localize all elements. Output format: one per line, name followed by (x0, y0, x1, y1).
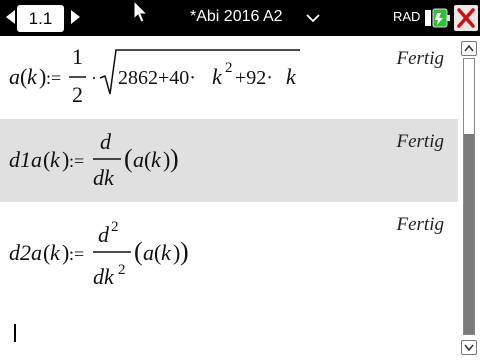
status-fertig: Fertig (396, 131, 445, 152)
svg-text:2: 2 (225, 60, 233, 76)
svg-text::=: := (69, 244, 84, 264)
expression-a-of-k: a ( k ) := 1 2 · 2862+40· k 2 +92· k (9, 44, 300, 107)
history-entry-1[interactable]: a ( k ) := 1 2 · 2862+40· k 2 +92· k Fer… (0, 38, 458, 118)
svg-text:): ) (180, 237, 189, 266)
scroll-down-button[interactable] (461, 340, 477, 355)
scroll-track[interactable] (463, 58, 475, 335)
mouse-pointer-icon (133, 0, 149, 23)
svg-text:1: 1 (72, 44, 83, 69)
tab-1-1[interactable]: 1.1 (17, 5, 64, 32)
chevron-down-icon (464, 344, 474, 352)
status-fertig: Fertig (396, 214, 445, 235)
vertical-scrollbar[interactable] (458, 36, 480, 360)
svg-text:k: k (286, 64, 297, 89)
svg-text:(: ( (124, 144, 133, 173)
svg-text:(: ( (134, 237, 143, 266)
close-icon (457, 8, 475, 28)
svg-text:a: a (9, 64, 20, 89)
scroll-up-button[interactable] (461, 41, 477, 56)
chevron-down-icon[interactable] (306, 14, 320, 22)
history-entry-2[interactable]: d1a ( k ) := d dk ( a ( k ) ) Fertig (0, 119, 458, 202)
expression-d2a-of-k: d2a ( k ) := d 2 dk 2 ( a ( k ) ) (9, 219, 189, 289)
svg-text:d1a: d1a (9, 147, 42, 172)
tab-left-arrow-icon[interactable] (6, 10, 15, 24)
svg-text:dk: dk (93, 264, 115, 289)
scroll-thumb[interactable] (464, 134, 474, 334)
svg-text:·: · (91, 68, 97, 88)
expression-d1a-of-k: d1a ( k ) := d dk ( a ( k ) ) (9, 129, 179, 190)
svg-text:k: k (50, 147, 61, 172)
close-button[interactable] (454, 5, 478, 31)
svg-text:2: 2 (118, 262, 126, 278)
svg-text:d: d (98, 222, 110, 247)
svg-text:2: 2 (111, 219, 119, 235)
svg-text:2: 2 (72, 82, 83, 107)
entry-line-cursor[interactable] (14, 324, 16, 342)
svg-text:2862+40·: 2862+40· (118, 67, 196, 89)
calculator-history[interactable]: a ( k ) := 1 2 · 2862+40· k 2 +92· k Fer… (0, 36, 458, 360)
svg-text:d2a: d2a (9, 240, 42, 265)
battery-icon (425, 8, 450, 28)
chevron-up-icon (464, 44, 474, 52)
svg-text:a: a (133, 147, 144, 172)
svg-text:): ) (170, 144, 179, 173)
svg-text:d: d (100, 129, 112, 154)
status-fertig: Fertig (396, 48, 445, 69)
title-bar: 1.1 *Abi 2016 A2 RAD (0, 0, 480, 36)
angle-mode-indicator: RAD (393, 9, 421, 24)
tab-right-arrow-icon[interactable] (71, 10, 80, 24)
svg-text:k: k (151, 147, 162, 172)
svg-text:k: k (27, 64, 38, 89)
svg-text:dk: dk (93, 165, 115, 190)
svg-text:+92·: +92· (235, 67, 273, 89)
svg-text:k: k (212, 64, 223, 89)
document-title[interactable]: *Abi 2016 A2 (190, 8, 283, 26)
svg-text:k: k (161, 240, 172, 265)
svg-text:k: k (50, 240, 61, 265)
svg-text::=: := (69, 151, 84, 171)
history-entry-3[interactable]: d2a ( k ) := d 2 dk 2 ( a ( k ) ) Fertig (0, 204, 458, 314)
svg-text::=: := (46, 68, 61, 88)
svg-text:a: a (143, 240, 154, 265)
